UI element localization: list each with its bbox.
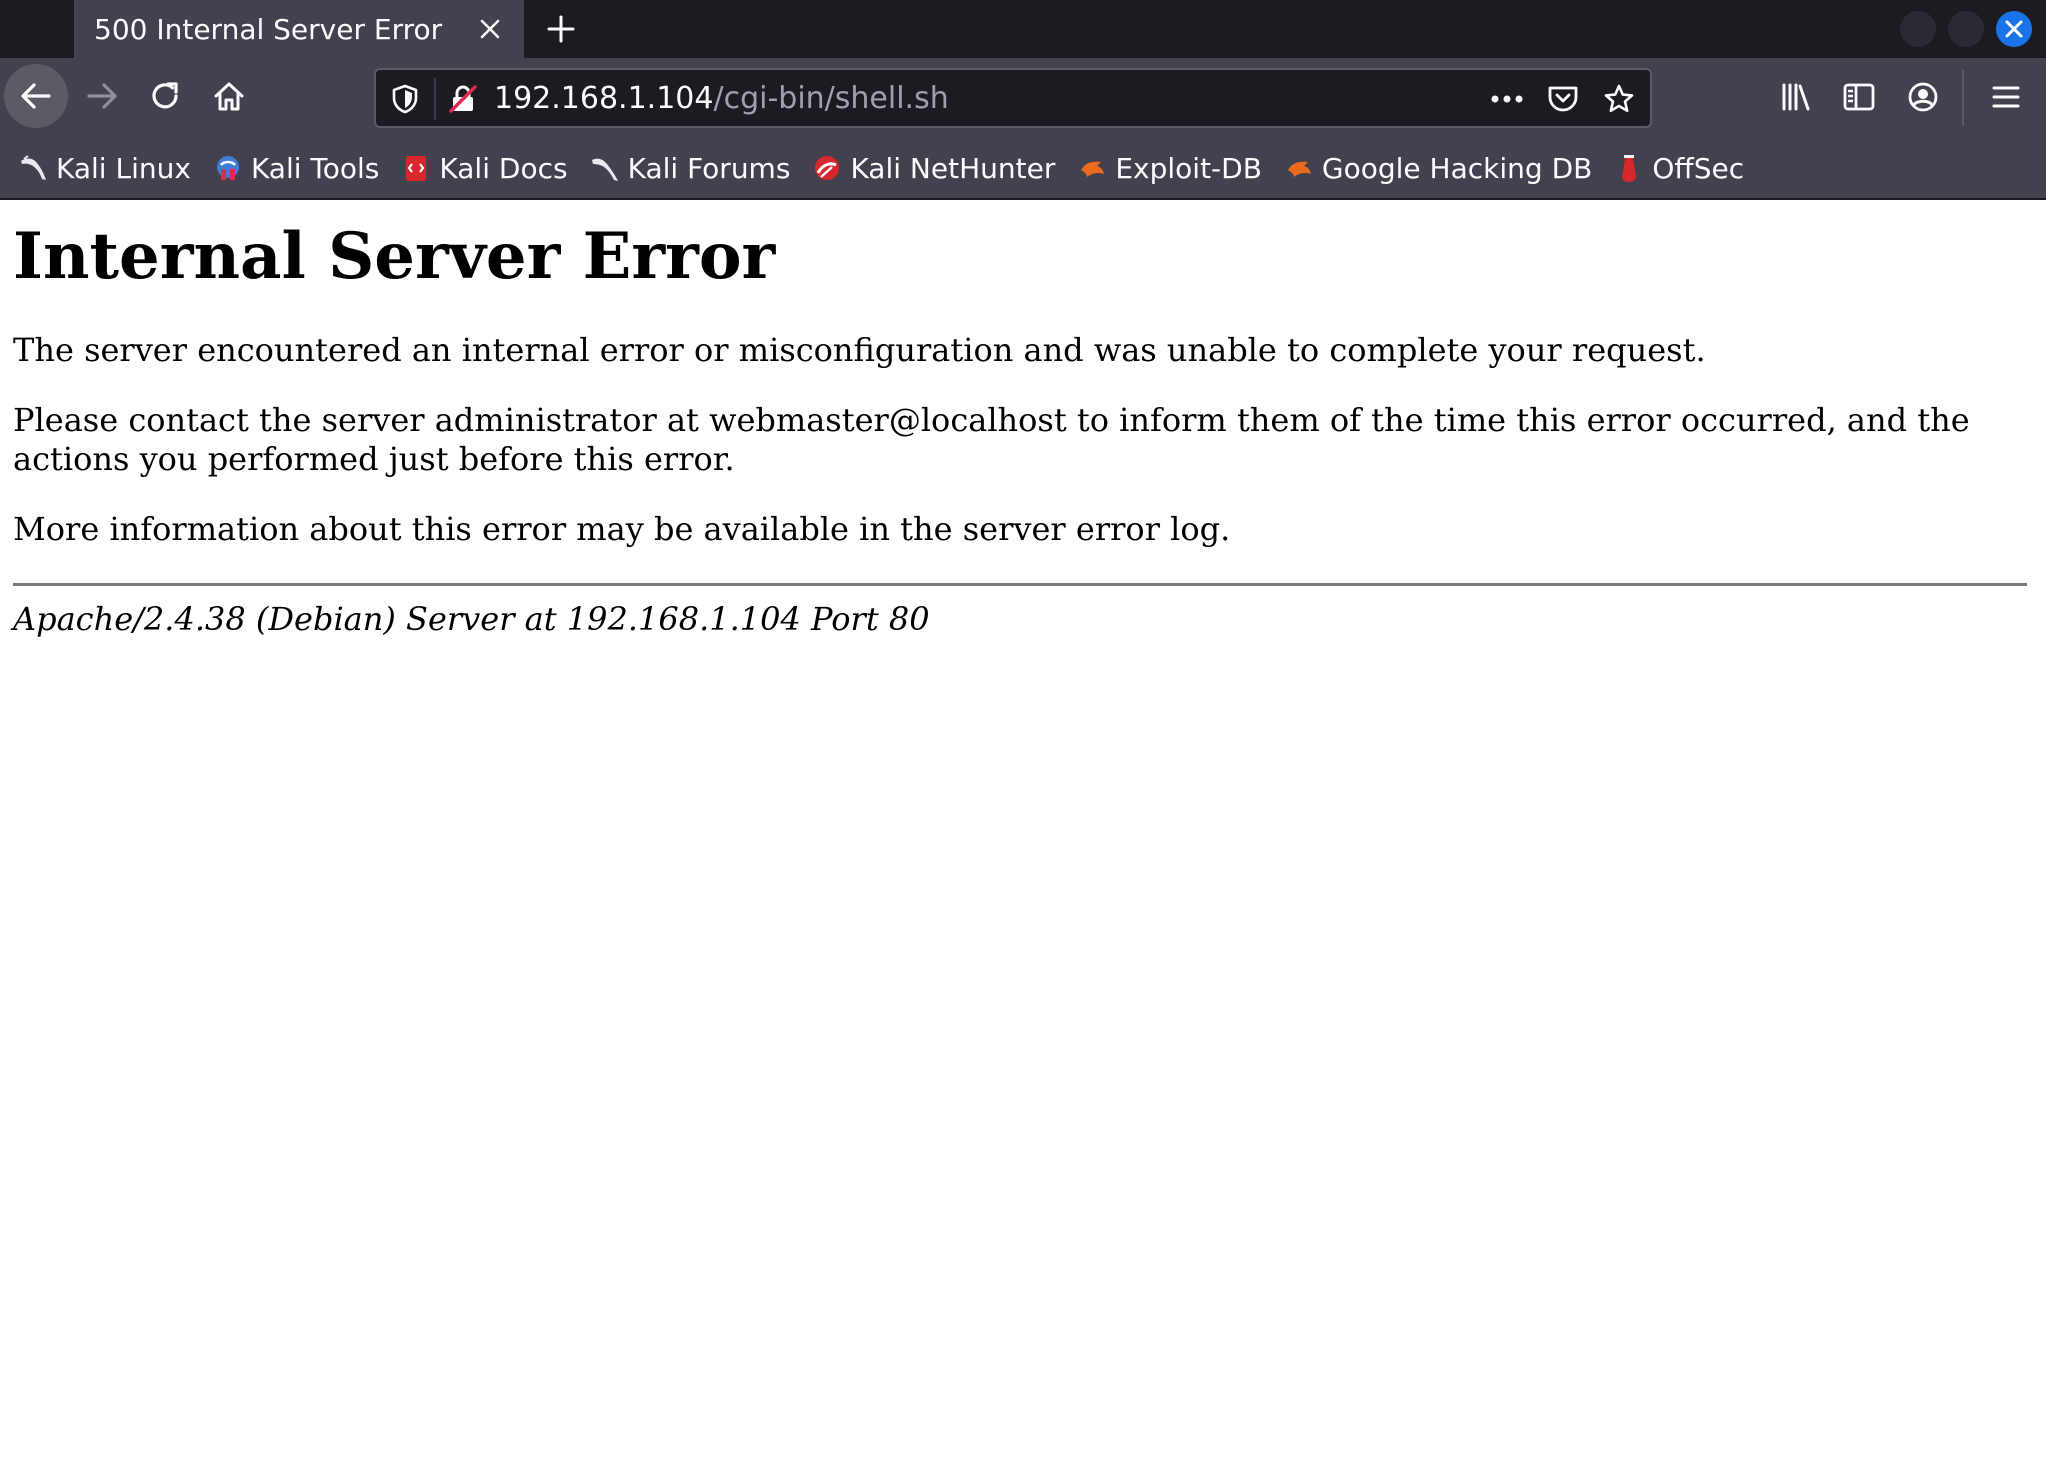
- pocket-icon[interactable]: [1546, 82, 1580, 116]
- insecure-lock-icon[interactable]: [446, 82, 480, 116]
- tab-active[interactable]: 500 Internal Server Error: [74, 0, 524, 58]
- bookmark-kali-docs[interactable]: Kali Docs: [401, 147, 568, 189]
- close-tab-icon[interactable]: [474, 13, 506, 45]
- reload-button[interactable]: [133, 64, 197, 128]
- tab-title: 500 Internal Server Error: [94, 12, 443, 46]
- url-path: /cgi-bin/shell.sh: [713, 81, 949, 116]
- bookmark-label: Exploit-DB: [1115, 151, 1262, 185]
- nethunter-icon: [812, 153, 842, 183]
- window-maximize-button[interactable]: [1948, 11, 1984, 47]
- bookmark-kali-linux[interactable]: Kali Linux: [18, 147, 191, 189]
- toolbar-divider: [1962, 70, 1964, 126]
- error-description: The server encountered an internal error…: [13, 331, 1706, 369]
- kali-dragon-icon: [18, 153, 48, 183]
- page-heading: Internal Server Error: [13, 219, 776, 294]
- bookmark-label: Kali Tools: [250, 151, 380, 185]
- bookmark-offsec[interactable]: OffSec: [1614, 147, 1744, 189]
- ghdb-icon: [1284, 153, 1314, 183]
- kali-tools-icon: [213, 153, 243, 183]
- bookmarks-toolbar: Kali Linux Kali Tools Kali Docs Kali For…: [0, 138, 2046, 200]
- bookmark-label: Kali Forums: [627, 151, 791, 185]
- window-close-button[interactable]: [1996, 11, 2032, 47]
- kali-docs-icon: [401, 153, 431, 183]
- exploit-db-icon: [1077, 153, 1107, 183]
- kali-forums-icon: [590, 153, 620, 183]
- bookmark-label: Kali NetHunter: [850, 151, 1056, 185]
- hamburger-menu-icon[interactable]: [1983, 74, 2029, 120]
- server-signature: Apache/2.4.38 (Debian) Server at 192.168…: [13, 600, 930, 638]
- bookmark-label: Kali Docs: [439, 151, 568, 185]
- sidebar-icon[interactable]: [1836, 74, 1882, 120]
- bookmark-kali-tools[interactable]: Kali Tools: [213, 147, 379, 189]
- reload-icon: [152, 82, 178, 109]
- new-tab-plus-icon[interactable]: [540, 8, 582, 50]
- home-button[interactable]: [197, 64, 261, 128]
- bookmark-label: Google Hacking DB: [1321, 151, 1593, 185]
- home-icon: [214, 82, 244, 111]
- bookmark-label: OffSec: [1652, 151, 1745, 185]
- back-button[interactable]: [4, 64, 68, 128]
- error-log-hint: More information about this error may be…: [13, 510, 1231, 548]
- navigation-toolbar: 192.168.1.104/cgi-bin/shell.sh: [0, 58, 2046, 138]
- close-icon: [2005, 20, 2023, 38]
- forward-button[interactable]: [70, 64, 134, 128]
- arrow-right-icon: [87, 83, 117, 109]
- tracking-protection-shield-icon[interactable]: [388, 82, 422, 116]
- horizontal-rule: [13, 583, 2027, 586]
- url-text[interactable]: 192.168.1.104/cgi-bin/shell.sh: [494, 80, 949, 118]
- bookmark-exploit-db[interactable]: Exploit-DB: [1077, 147, 1262, 189]
- account-icon[interactable]: [1900, 74, 1946, 120]
- page-content: Internal Server Error The server encount…: [0, 200, 2046, 1464]
- arrow-left-icon: [21, 83, 51, 109]
- tab-strip-left: [0, 0, 74, 58]
- window-minimize-button[interactable]: [1900, 11, 1936, 47]
- offsec-icon: [1614, 153, 1644, 183]
- address-bar[interactable]: 192.168.1.104/cgi-bin/shell.sh: [374, 68, 1652, 128]
- tab-strip: 500 Internal Server Error: [0, 0, 2046, 58]
- bookmark-kali-nethunter[interactable]: Kali NetHunter: [812, 147, 1055, 189]
- bookmark-kali-forums[interactable]: Kali Forums: [590, 147, 791, 189]
- url-host: 192.168.1.104: [494, 81, 714, 116]
- address-bar-divider: [434, 78, 436, 120]
- bookmark-label: Kali Linux: [56, 151, 191, 185]
- bookmark-star-icon[interactable]: [1602, 82, 1636, 116]
- page-actions-more-icon[interactable]: [1490, 82, 1524, 116]
- library-icon[interactable]: [1773, 74, 1819, 120]
- bookmark-google-hacking-db[interactable]: Google Hacking DB: [1284, 147, 1592, 189]
- contact-admin-text: Please contact the server administrator …: [13, 401, 1970, 478]
